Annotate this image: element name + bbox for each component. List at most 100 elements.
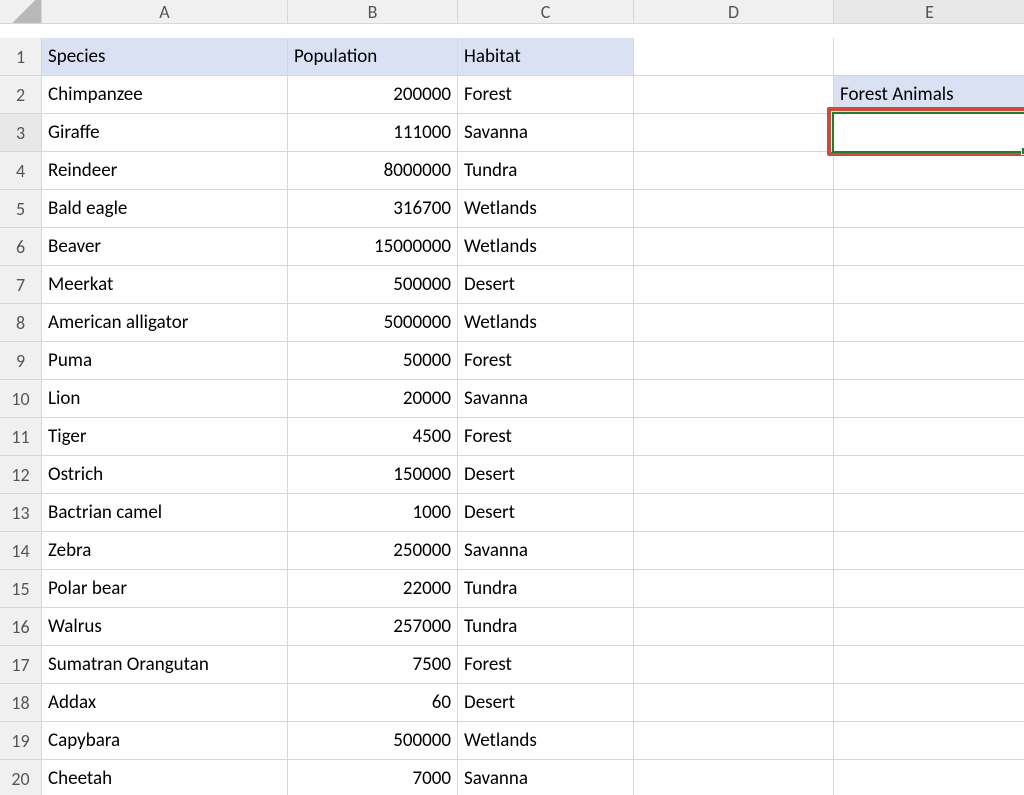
cell-a20[interactable]: Cheetah <box>42 760 288 795</box>
row-header[interactable]: 15 <box>0 570 42 608</box>
cell-e12[interactable] <box>834 456 1024 494</box>
cell-a14[interactable]: Zebra <box>42 532 288 570</box>
cell-c12[interactable]: Desert <box>458 456 634 494</box>
row-header[interactable]: 17 <box>0 646 42 684</box>
col-header-a[interactable]: A <box>42 0 288 24</box>
cell-c19[interactable]: Wetlands <box>458 722 634 760</box>
cell-a13[interactable]: Bactrian camel <box>42 494 288 532</box>
cell-a15[interactable]: Polar bear <box>42 570 288 608</box>
cell-a19[interactable]: Capybara <box>42 722 288 760</box>
cell-c6[interactable]: Wetlands <box>458 228 634 266</box>
cell-d8[interactable] <box>634 304 834 342</box>
cell-b3[interactable]: 111000 <box>288 114 458 152</box>
cell-c7[interactable]: Desert <box>458 266 634 304</box>
row-header[interactable]: 13 <box>0 494 42 532</box>
cell-a10[interactable]: Lion <box>42 380 288 418</box>
cell-e6[interactable] <box>834 228 1024 266</box>
cell-e13[interactable] <box>834 494 1024 532</box>
cell-e4[interactable] <box>834 152 1024 190</box>
cell-c4[interactable]: Tundra <box>458 152 634 190</box>
cell-d5[interactable] <box>634 190 834 228</box>
cell-a9[interactable]: Puma <box>42 342 288 380</box>
cell-d7[interactable] <box>634 266 834 304</box>
cell-d15[interactable] <box>634 570 834 608</box>
row-header[interactable]: 19 <box>0 722 42 760</box>
cell-c20[interactable]: Savanna <box>458 760 634 795</box>
cell-b15[interactable]: 22000 <box>288 570 458 608</box>
cell-e11[interactable] <box>834 418 1024 456</box>
cell-a2[interactable]: Chimpanzee <box>42 76 288 114</box>
cell-b4[interactable]: 8000000 <box>288 152 458 190</box>
cell-b2[interactable]: 200000 <box>288 76 458 114</box>
cell-a4[interactable]: Reindeer <box>42 152 288 190</box>
cell-a11[interactable]: Tiger <box>42 418 288 456</box>
cell-a16[interactable]: Walrus <box>42 608 288 646</box>
cell-d14[interactable] <box>634 532 834 570</box>
row-header[interactable]: 4 <box>0 152 42 190</box>
cell-b19[interactable]: 500000 <box>288 722 458 760</box>
cell-c15[interactable]: Tundra <box>458 570 634 608</box>
cell-e10[interactable] <box>834 380 1024 418</box>
row-header[interactable]: 1 <box>0 38 42 76</box>
cell-c18[interactable]: Desert <box>458 684 634 722</box>
row-header[interactable]: 7 <box>0 266 42 304</box>
cell-b9[interactable]: 50000 <box>288 342 458 380</box>
cell-a8[interactable]: American alligator <box>42 304 288 342</box>
cell-e8[interactable] <box>834 304 1024 342</box>
cell-c11[interactable]: Forest <box>458 418 634 456</box>
cell-e18[interactable] <box>834 684 1024 722</box>
cell-a12[interactable]: Ostrich <box>42 456 288 494</box>
cell-e2[interactable]: Forest Animals <box>834 76 1024 114</box>
cell-a1[interactable]: Species <box>42 38 288 76</box>
row-header[interactable]: 14 <box>0 532 42 570</box>
cell-e15[interactable] <box>834 570 1024 608</box>
cell-b17[interactable]: 7500 <box>288 646 458 684</box>
cell-c1[interactable]: Habitat <box>458 38 634 76</box>
cell-b20[interactable]: 7000 <box>288 760 458 795</box>
row-header[interactable]: 18 <box>0 684 42 722</box>
cell-d19[interactable] <box>634 722 834 760</box>
col-header-e[interactable]: E <box>834 0 1024 24</box>
cell-d11[interactable] <box>634 418 834 456</box>
row-header[interactable]: 12 <box>0 456 42 494</box>
col-header-d[interactable]: D <box>634 0 834 24</box>
cell-d20[interactable] <box>634 760 834 795</box>
cell-c8[interactable]: Wetlands <box>458 304 634 342</box>
cell-a7[interactable]: Meerkat <box>42 266 288 304</box>
cell-c17[interactable]: Forest <box>458 646 634 684</box>
cell-d10[interactable] <box>634 380 834 418</box>
col-header-b[interactable]: B <box>288 0 458 24</box>
cell-e20[interactable] <box>834 760 1024 795</box>
cell-d13[interactable] <box>634 494 834 532</box>
cell-b10[interactable]: 20000 <box>288 380 458 418</box>
cell-a17[interactable]: Sumatran Orangutan <box>42 646 288 684</box>
cell-d17[interactable] <box>634 646 834 684</box>
cell-a3[interactable]: Giraffe <box>42 114 288 152</box>
cell-b6[interactable]: 15000000 <box>288 228 458 266</box>
col-header-c[interactable]: C <box>458 0 634 24</box>
cell-a5[interactable]: Bald eagle <box>42 190 288 228</box>
cell-d3[interactable] <box>634 114 834 152</box>
cell-c5[interactable]: Wetlands <box>458 190 634 228</box>
cell-e16[interactable] <box>834 608 1024 646</box>
row-header[interactable]: 11 <box>0 418 42 456</box>
cell-d6[interactable] <box>634 228 834 266</box>
row-header[interactable]: 8 <box>0 304 42 342</box>
select-all-corner[interactable] <box>0 0 42 24</box>
row-header[interactable]: 6 <box>0 228 42 266</box>
cell-b14[interactable]: 250000 <box>288 532 458 570</box>
row-header[interactable]: 5 <box>0 190 42 228</box>
cell-b1[interactable]: Population <box>288 38 458 76</box>
cell-e14[interactable] <box>834 532 1024 570</box>
cell-e19[interactable] <box>834 722 1024 760</box>
row-header[interactable]: 9 <box>0 342 42 380</box>
cell-e1[interactable] <box>834 38 1024 76</box>
cell-b12[interactable]: 150000 <box>288 456 458 494</box>
cell-c13[interactable]: Desert <box>458 494 634 532</box>
cell-b16[interactable]: 257000 <box>288 608 458 646</box>
row-header[interactable]: 3 <box>0 114 42 152</box>
cell-e3[interactable] <box>834 114 1024 152</box>
cell-c14[interactable]: Savanna <box>458 532 634 570</box>
cell-b8[interactable]: 5000000 <box>288 304 458 342</box>
cell-b13[interactable]: 1000 <box>288 494 458 532</box>
